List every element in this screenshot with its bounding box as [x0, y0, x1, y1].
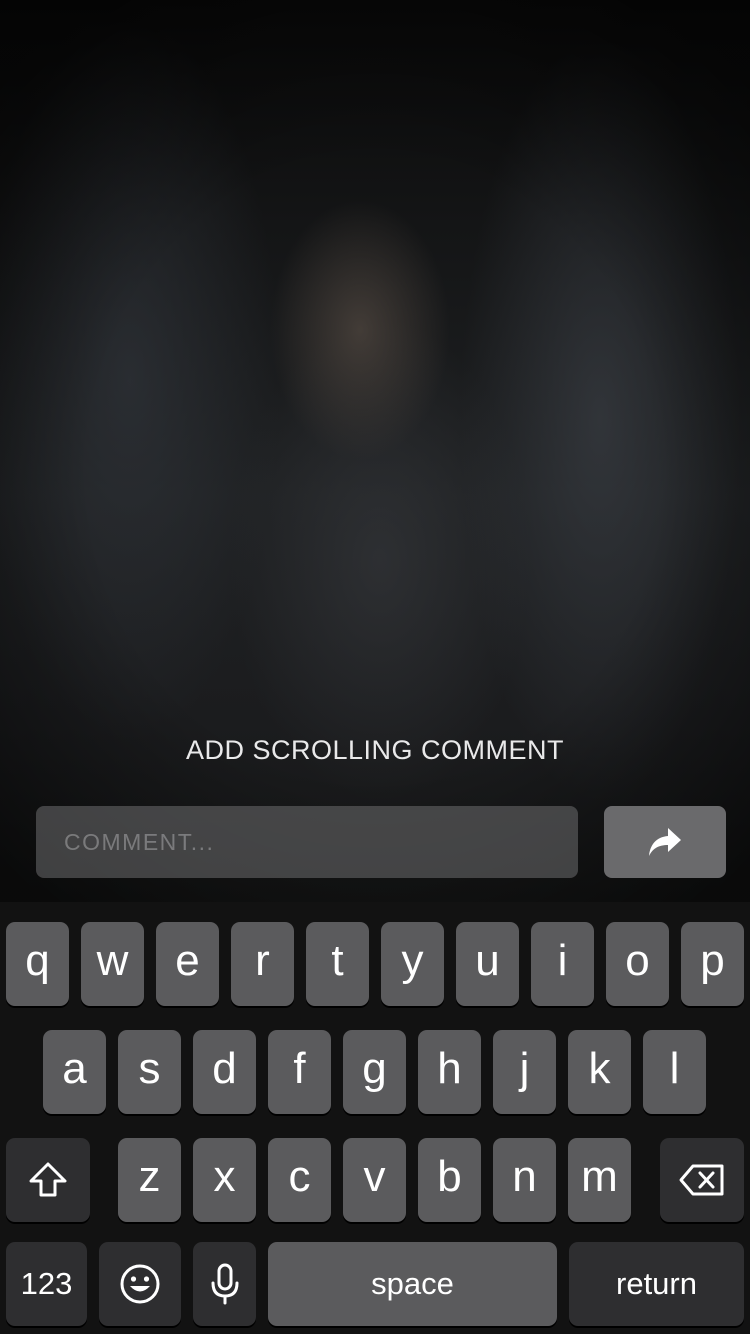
key-g[interactable]: g — [343, 1030, 406, 1114]
keyboard: q w e r t y u i o p a s d f g h j k l z … — [0, 902, 750, 1334]
key-e[interactable]: e — [156, 922, 219, 1006]
key-d[interactable]: d — [193, 1030, 256, 1114]
key-q[interactable]: q — [6, 922, 69, 1006]
shift-key[interactable] — [6, 1138, 90, 1222]
key-t[interactable]: t — [306, 922, 369, 1006]
screen: ADD SCROLLING COMMENT q w e r t y u i o … — [0, 0, 750, 1334]
share-arrow-icon — [649, 828, 681, 856]
background-vignette — [0, 0, 750, 902]
key-v[interactable]: v — [343, 1138, 406, 1222]
shift-arrow-icon — [29, 1162, 67, 1197]
key-w[interactable]: w — [81, 922, 144, 1006]
backspace-icon — [679, 1164, 724, 1196]
key-a[interactable]: a — [43, 1030, 106, 1114]
emoji-key[interactable] — [99, 1242, 181, 1326]
key-u[interactable]: u — [456, 922, 519, 1006]
key-r[interactable]: r — [231, 922, 294, 1006]
numbers-key[interactable]: 123 — [6, 1242, 87, 1326]
microphone-key[interactable] — [193, 1242, 256, 1326]
key-c[interactable]: c — [268, 1138, 331, 1222]
key-o[interactable]: o — [606, 922, 669, 1006]
comment-panel-title: ADD SCROLLING COMMENT — [185, 735, 565, 765]
key-n[interactable]: n — [493, 1138, 556, 1222]
key-k[interactable]: k — [568, 1030, 631, 1114]
key-j[interactable]: j — [493, 1030, 556, 1114]
send-comment-button[interactable] — [604, 806, 726, 878]
space-key[interactable]: space — [268, 1242, 557, 1326]
key-y[interactable]: y — [381, 922, 444, 1006]
key-m[interactable]: m — [568, 1138, 631, 1222]
delete-key[interactable] — [660, 1138, 744, 1222]
key-f[interactable]: f — [268, 1030, 331, 1114]
microphone-icon — [211, 1263, 238, 1305]
emoji-icon — [120, 1264, 160, 1304]
key-l[interactable]: l — [643, 1030, 706, 1114]
comment-input[interactable] — [36, 806, 578, 878]
key-z[interactable]: z — [118, 1138, 181, 1222]
key-i[interactable]: i — [531, 922, 594, 1006]
key-b[interactable]: b — [418, 1138, 481, 1222]
key-s[interactable]: s — [118, 1030, 181, 1114]
return-key[interactable]: return — [569, 1242, 744, 1326]
key-x[interactable]: x — [193, 1138, 256, 1222]
key-h[interactable]: h — [418, 1030, 481, 1114]
key-p[interactable]: p — [681, 922, 744, 1006]
